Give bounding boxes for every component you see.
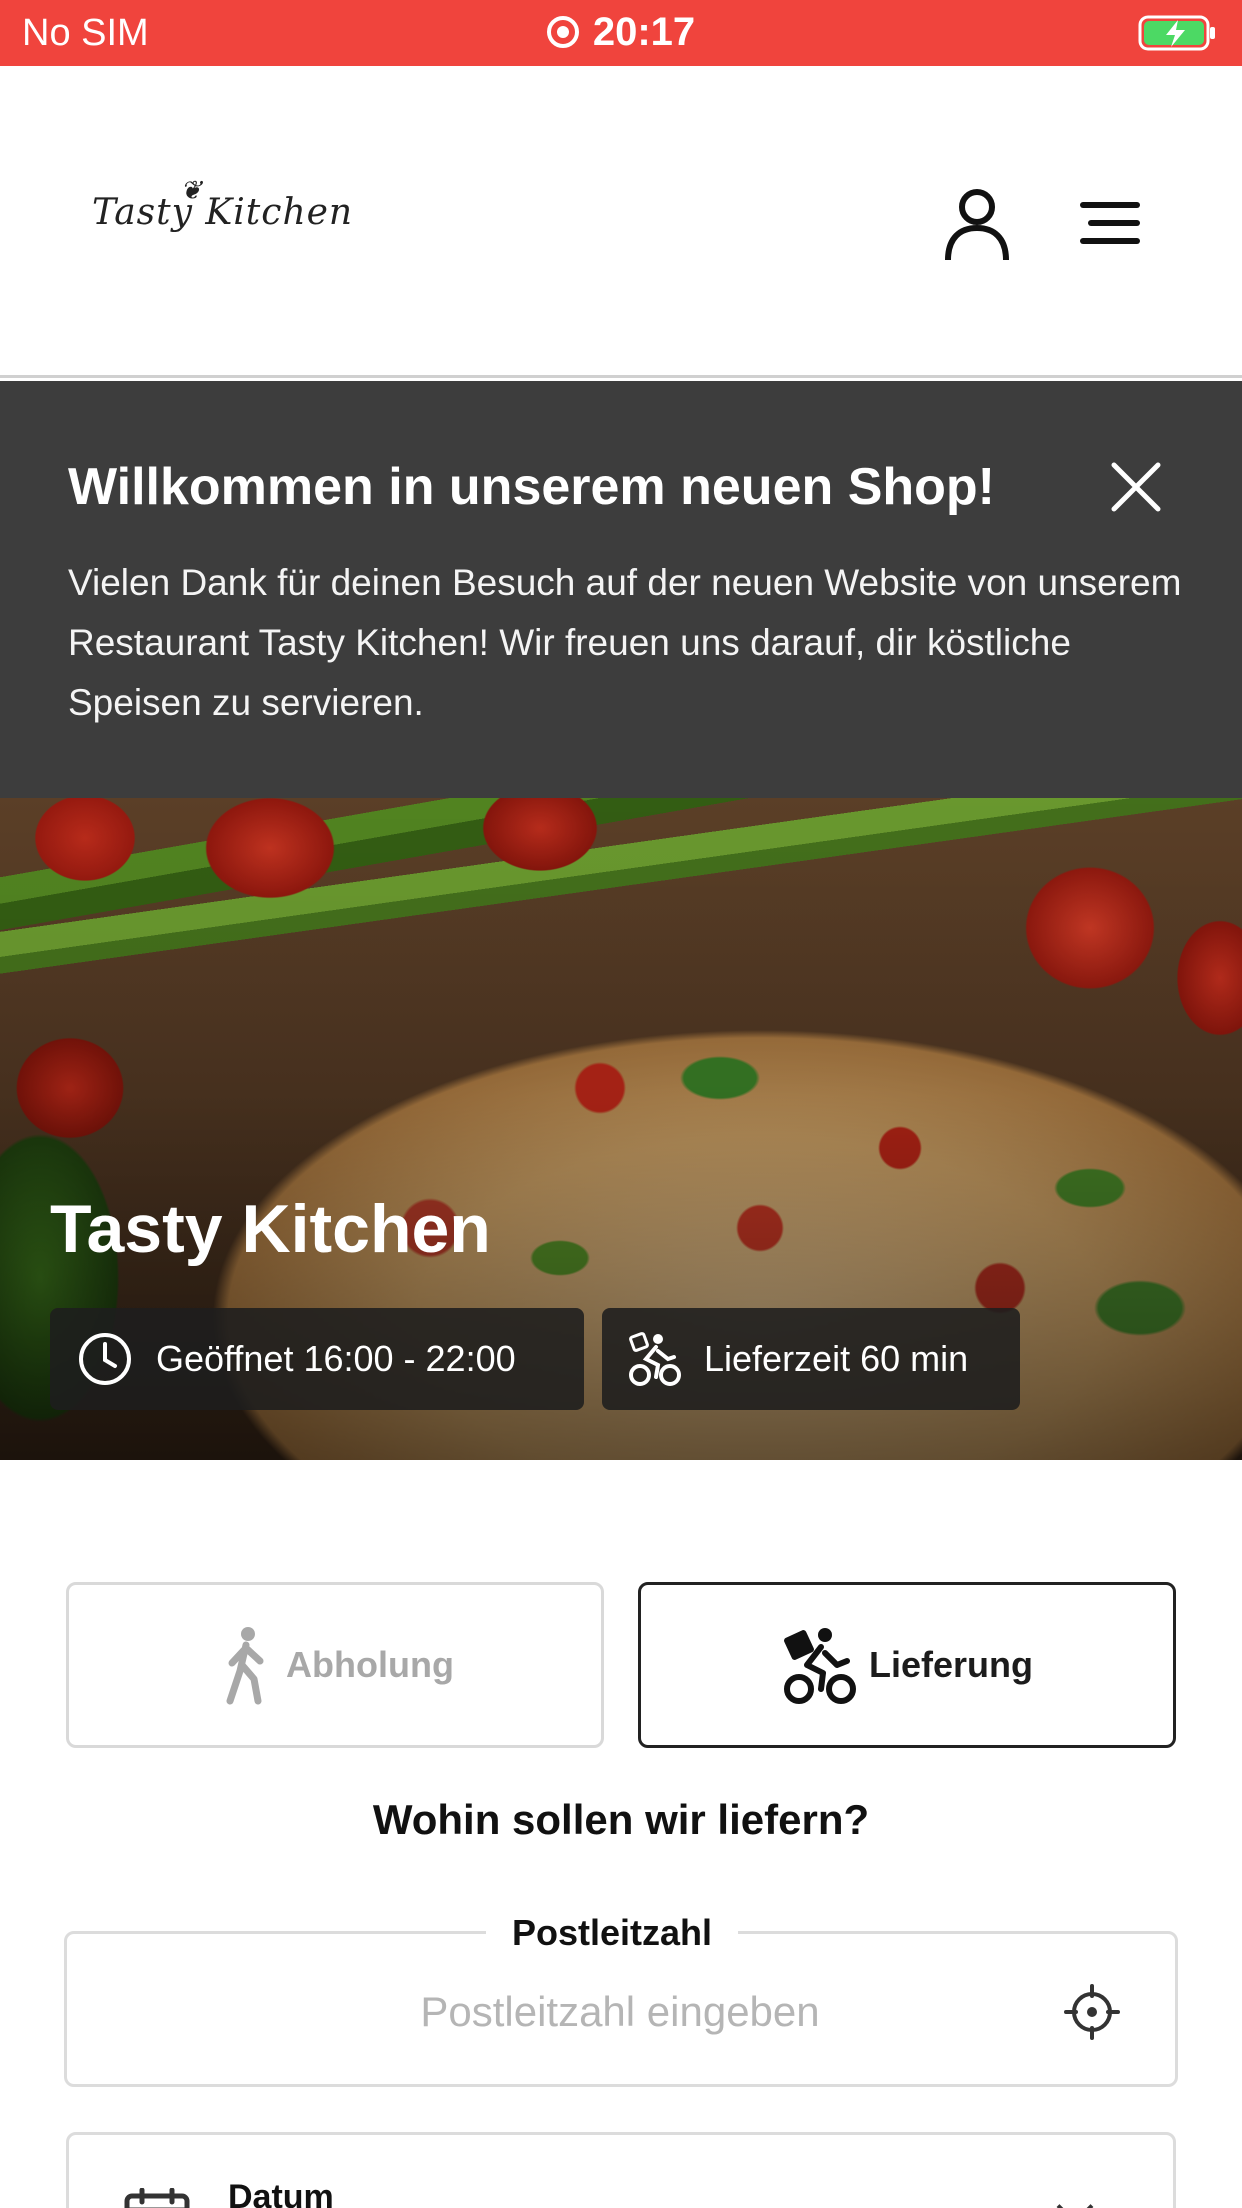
delivery-question: Wohin sollen wir liefern? [372,1796,870,1843]
zip-label: Postleitzahl [486,1912,739,1954]
status-bar: No SIM 20:17 [0,0,1242,66]
clock-icon [79,1333,131,1385]
delivery-label: Lieferung [868,1644,1033,1685]
delivery-bike-icon [783,1628,856,1704]
logo-text: Tasty Kitchen [92,192,354,233]
battery-charging-icon [1138,15,1215,51]
status-time: 20:17 [0,10,1242,55]
opening-hours-badge: Geöffnet 16:00 - 22:00 [50,1308,584,1410]
hero-image: Tasty Kitchen Geöffnet 16:00 - 22:00 Lie… [0,798,1242,1460]
logo-flourish-icon: ❦ [180,176,203,206]
pickup-label: Abholung [286,1644,454,1685]
welcome-banner: Willkommen in unserem neuen Shop! Vielen… [0,381,1242,798]
user-icon[interactable] [942,186,1012,262]
banner-text: Vielen Dank für deinen Besuch auf der ne… [68,562,1182,723]
delivery-button[interactable]: Lieferung [638,1582,1176,1748]
walking-person-icon [226,1627,264,1705]
screen-record-icon [546,16,579,48]
locate-icon[interactable] [1064,1984,1120,2040]
site-header: Tasty Kitchen ❦ [0,66,1242,378]
menu-icon[interactable] [1078,196,1142,250]
delivery-time-badge: Lieferzeit 60 min [602,1308,1020,1410]
clock-text: 20:17 [592,10,696,54]
calendar-icon [124,2188,190,2208]
zip-input[interactable] [200,1982,1040,2042]
date-label: Datum [228,2178,334,2208]
banner-title: Willkommen in unserem neuen Shop! [68,458,995,516]
delivery-bike-icon [629,1332,681,1386]
restaurant-name: Tasty Kitchen [50,1191,491,1267]
close-icon[interactable] [1110,461,1162,513]
opening-hours-text: Geöffnet 16:00 - 22:00 [156,1338,516,1379]
pickup-button[interactable]: Abholung [66,1582,604,1748]
logo[interactable]: Tasty Kitchen ❦ [92,176,354,233]
delivery-time-text: Lieferzeit 60 min [704,1338,969,1379]
